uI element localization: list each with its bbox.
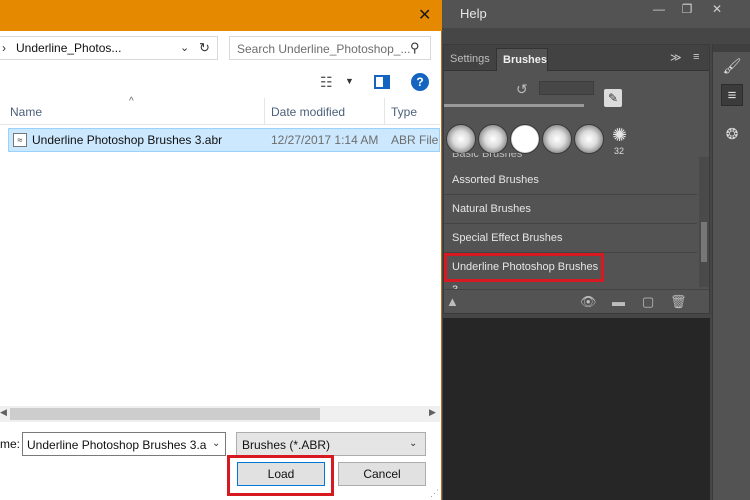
brush-preset[interactable] [510,124,540,154]
brush-size-slider[interactable] [444,104,584,107]
load-highlight-box [227,455,334,496]
menu-help[interactable]: Help [460,6,487,21]
chevron-down-icon[interactable]: ⌄ [212,438,220,449]
brush-preset[interactable] [446,124,476,154]
panel-tabstrip: Settings Brushes ≫ ≡ [444,45,709,71]
right-dock: 🖌 ≡ ❂ [712,44,750,500]
dialog-toolbar: ☷ ▼ ? [0,68,440,98]
file-type-filter[interactable]: Brushes (*.ABR) ⌄ [236,432,426,456]
scroll-right-icon[interactable]: ▶ [429,407,436,418]
chevron-down-icon[interactable]: ⌄ [409,438,417,449]
file-date: 12/27/2017 1:14 AM [271,133,379,147]
column-type[interactable]: Type [391,105,417,119]
view-options-icon[interactable]: ☷ [320,74,333,91]
dock-header [713,44,750,52]
file-type: ABR File [391,133,439,147]
scroll-left-icon[interactable]: ◀ [0,407,7,418]
panel-scrollbar[interactable] [699,157,709,287]
panel-footer: ▲ 👁 ▬ ▢ 🗑 [444,289,709,313]
search-icon[interactable]: ⚲ [410,40,420,56]
brush-size-field[interactable] [539,81,594,95]
collapse-icon[interactable]: ≫ [670,51,682,64]
list-item[interactable]: Natural Brushes [444,195,697,224]
list-item[interactable]: Special Effect Brushes [444,224,697,253]
brush-size-row: ↺ ✎ [444,73,709,113]
address-bar[interactable]: › Underline_Photos... ⌄ ↻ [0,36,218,60]
screen: — ❐ ✕ Help Settings Brushes ≫ ≡ ↺ ✎ ✺ 32 [0,0,750,500]
cancel-button[interactable]: Cancel [338,462,426,486]
abr-file-icon: ≈ [13,133,27,147]
filename-value: Underline Photoshop Brushes 3.ab [27,438,207,452]
color-circles-icon[interactable]: ❂ [721,124,743,146]
scrollbar-thumb[interactable] [701,222,707,262]
brush-settings-icon[interactable]: ≡ [721,84,743,106]
breadcrumb-folder[interactable]: Underline_Photos... [16,41,121,55]
brush-folder-list: Basic Brushes Assorted Brushes Natural B… [444,153,699,296]
new-brush-icon[interactable]: ▢ [642,294,654,310]
scrollbar-thumb[interactable] [10,408,320,420]
search-input[interactable]: Search Underline_Photoshop_... ⚲ [229,36,431,60]
horizontal-scrollbar[interactable]: ◀ ▶ [0,406,440,422]
list-item[interactable]: Assorted Brushes [444,166,697,195]
file-name: Underline Photoshop Brushes 3.abr [32,133,223,147]
brush-presets: ✺ 32 [444,121,709,157]
minimize-button[interactable]: — [644,0,674,20]
search-placeholder: Search Underline_Photoshop_... [237,42,411,56]
ps-close-button[interactable]: ✕ [702,0,732,20]
reset-icon[interactable]: ↺ [516,81,528,98]
list-item-highlighted[interactable]: Underline Photoshop Brushes 3 [444,253,604,296]
chevron-down-icon[interactable]: ⌄ [180,41,189,54]
size-slider-handle-icon[interactable]: ▲ [446,294,459,309]
column-divider[interactable] [384,98,385,125]
brush-preset[interactable] [574,124,604,154]
dialog-titlebar: ✕ [0,0,442,31]
brush-preset[interactable] [542,124,572,154]
filename-field[interactable]: Underline Photoshop Brushes 3.ab ⌄ [22,432,226,456]
breadcrumb-separator: › [2,41,6,55]
column-date[interactable]: Date modified [271,105,345,119]
canvas-area [443,318,710,500]
file-row[interactable]: ≈ Underline Photoshop Brushes 3.abr 12/2… [8,128,440,152]
filter-value: Brushes (*.ABR) [242,438,331,452]
help-icon[interactable]: ? [411,73,429,91]
preview-pane-icon[interactable] [374,75,390,89]
brush-preset[interactable] [478,124,508,154]
resize-grip-icon[interactable]: ⋰ [430,488,439,499]
close-icon[interactable]: ✕ [418,5,431,25]
column-divider[interactable] [264,98,265,125]
brush-icon[interactable]: 🖌 [721,56,743,78]
sort-caret-icon: ^ [129,96,134,107]
trash-icon[interactable]: 🗑 [670,294,687,310]
list-item-cut: Basic Brushes [452,153,523,160]
column-name[interactable]: Name [10,105,42,119]
folder-icon[interactable]: ▬ [612,294,625,309]
starburst-brush-icon[interactable]: ✺ [612,125,627,146]
panel-menu-icon[interactable]: ≡ [693,51,699,63]
eye-icon[interactable]: 👁 [580,294,597,310]
brushes-panel: Settings Brushes ≫ ≡ ↺ ✎ ✺ 32 Basic Brus… [443,44,710,314]
view-dropdown-icon[interactable]: ▼ [345,76,354,86]
restore-button[interactable]: ❐ [672,0,702,20]
tab-brushes[interactable]: Brushes [496,48,548,71]
brush-size-label: 32 [614,146,625,156]
tab-settings[interactable]: Settings [444,48,496,71]
filename-label: me: [0,437,21,451]
refresh-icon[interactable]: ↻ [199,40,210,56]
brush-edit-icon[interactable]: ✎ [604,89,622,107]
load-dialog: ✕ › Underline_Photos... ⌄ ↻ Search Under… [0,0,442,500]
column-header: ^ Name Date modified Type [0,96,440,125]
